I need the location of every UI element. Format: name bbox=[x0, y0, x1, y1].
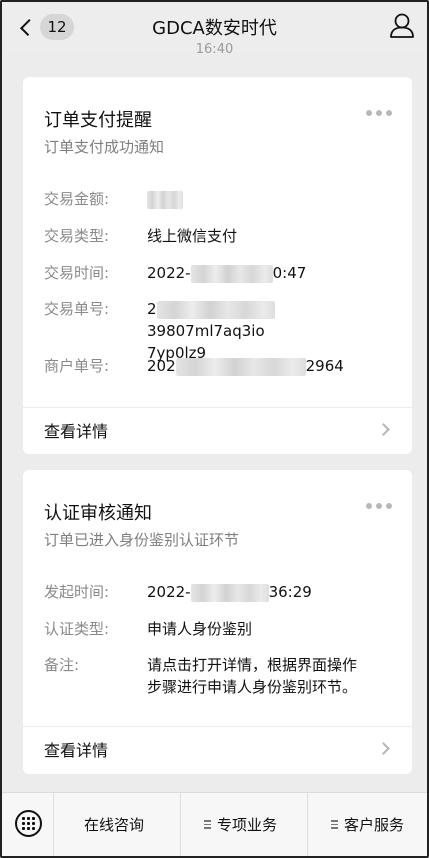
divider bbox=[53, 793, 54, 858]
menu-tab-label: 客户服务 bbox=[344, 816, 405, 834]
redacted-value bbox=[175, 357, 306, 376]
menu-tab-customer-service[interactable]: 客户服务 bbox=[331, 814, 404, 835]
redacted-value bbox=[156, 300, 275, 319]
menu-tab-online-consult[interactable]: 在线咨询 bbox=[84, 814, 144, 835]
menu-icon bbox=[204, 818, 211, 831]
menu-tab-label: 专项业务 bbox=[217, 816, 278, 834]
card-title: 订单支付提醒 bbox=[44, 110, 152, 131]
menu-tab-special-services[interactable]: 专项业务 bbox=[204, 814, 277, 835]
person-icon bbox=[390, 13, 414, 38]
field-row-transaction-id: 交易单号: 239807ml7aq3io 7yp0lz9 bbox=[44, 298, 392, 362]
message-timestamp: 16:40 bbox=[195, 42, 234, 56]
field-value: 2022- 36:29 bbox=[147, 583, 312, 602]
payment-reminder-card: 订单支付提醒 订单支付成功通知 交易金额: 交易类型: 线上微信支付 交易时间:… bbox=[23, 77, 412, 454]
more-icon[interactable] bbox=[366, 110, 392, 116]
field-label: 交易单号: bbox=[44, 300, 110, 318]
verification-notice-card: 认证审核通知 订单已进入身份鉴别认证环节 发起时间: 2022- 36:29 认证… bbox=[23, 470, 412, 774]
card-subtitle: 订单支付成功通知 bbox=[44, 138, 165, 156]
redacted-value bbox=[147, 190, 183, 209]
menu-tab-label: 在线咨询 bbox=[84, 816, 145, 834]
field-value: 线上微信支付 bbox=[147, 227, 238, 245]
view-details-label: 查看详情 bbox=[44, 741, 109, 760]
field-value: 申请人身份鉴别 bbox=[147, 620, 253, 638]
menu-icon bbox=[331, 818, 338, 831]
field-label: 交易时间: bbox=[44, 264, 110, 282]
field-row-note: 备注: 请点击打开详情，根据界面操作 步骤进行申请人身份鉴别环节。 bbox=[44, 654, 392, 698]
field-label: 备注: bbox=[44, 656, 80, 674]
field-value: 202 2964 bbox=[147, 357, 344, 376]
view-details-label: 查看详情 bbox=[44, 422, 109, 441]
field-value bbox=[147, 188, 392, 210]
card-subtitle: 订单已进入身份鉴别认证环节 bbox=[44, 531, 240, 549]
chevron-right-icon bbox=[377, 423, 390, 436]
field-label: 商户单号: bbox=[44, 357, 110, 375]
redacted-value bbox=[190, 583, 269, 602]
field-label: 交易金额: bbox=[44, 190, 110, 208]
divider bbox=[307, 793, 308, 858]
divider bbox=[180, 793, 181, 858]
chevron-right-icon bbox=[377, 742, 390, 755]
page-title: GDCA数安时代 bbox=[152, 18, 277, 39]
redacted-value bbox=[190, 264, 273, 283]
more-icon[interactable] bbox=[366, 503, 392, 509]
field-value: 请点击打开详情，根据界面操作 步骤进行申请人身份鉴别环节。 bbox=[147, 656, 358, 696]
keyboard-toggle-button[interactable] bbox=[15, 810, 42, 837]
view-details-button[interactable]: 查看详情 bbox=[23, 408, 412, 454]
bottom-menu-bar: 在线咨询 专项业务 客户服务 bbox=[0, 792, 429, 858]
field-value: 2022- 0:47 bbox=[147, 264, 307, 283]
field-label: 交易类型: bbox=[44, 227, 110, 245]
view-details-button[interactable]: 查看详情 bbox=[23, 727, 412, 773]
field-label: 发起时间: bbox=[44, 583, 110, 601]
profile-button[interactable] bbox=[389, 12, 415, 40]
keyboard-icon bbox=[22, 817, 35, 830]
field-label: 认证类型: bbox=[44, 620, 110, 638]
card-title: 认证审核通知 bbox=[44, 503, 152, 524]
